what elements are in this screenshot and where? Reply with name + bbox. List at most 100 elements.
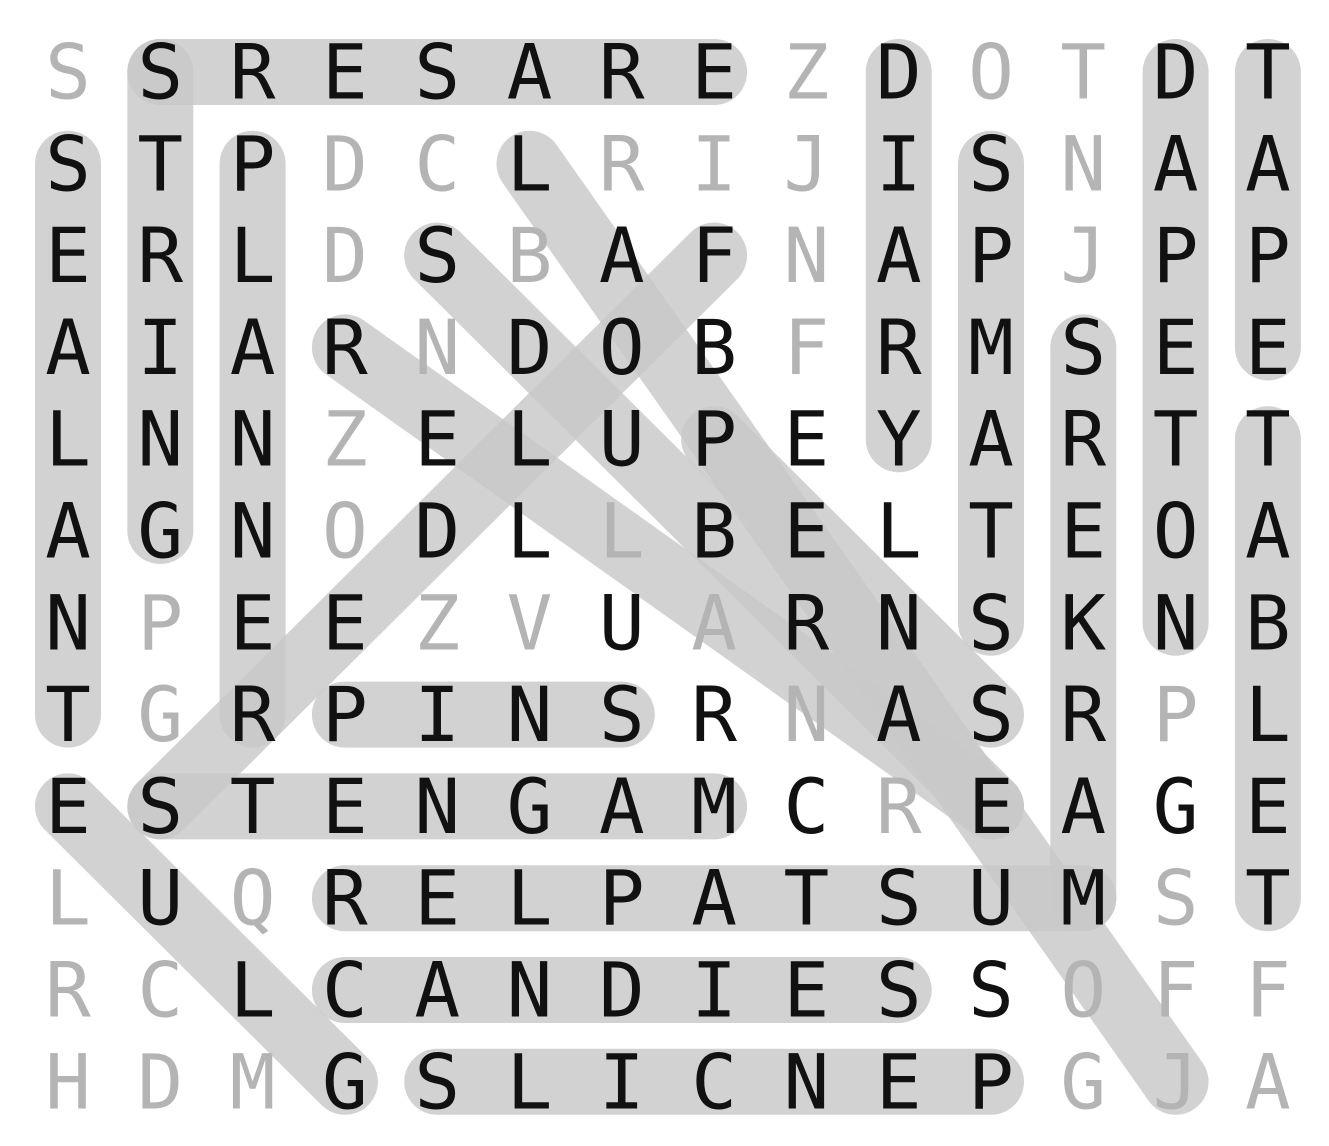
grid-letter[interactable]: E <box>1245 303 1291 392</box>
grid-letter[interactable]: M <box>968 303 1014 392</box>
grid-letter[interactable]: S <box>45 119 91 208</box>
grid-letter[interactable]: D <box>414 487 460 576</box>
grid-letter[interactable]: R <box>322 303 368 392</box>
grid-letter[interactable]: A <box>45 487 91 576</box>
grid-letter[interactable]: L <box>45 854 91 943</box>
grid-letter[interactable]: M <box>1060 854 1106 943</box>
grid-letter[interactable]: N <box>230 487 276 576</box>
grid-letter[interactable]: P <box>1153 670 1199 759</box>
grid-letter[interactable]: E <box>45 762 91 851</box>
grid-letter[interactable]: N <box>784 670 830 759</box>
grid-letter[interactable]: M <box>691 762 737 851</box>
grid-letter[interactable]: O <box>1153 487 1199 576</box>
grid-letter[interactable]: F <box>784 303 830 392</box>
grid-letter[interactable]: A <box>968 395 1014 484</box>
grid-letter[interactable]: T <box>968 487 1014 576</box>
grid-letter[interactable]: G <box>1153 762 1199 851</box>
grid-letter[interactable]: H <box>45 1037 91 1126</box>
grid-letter[interactable]: L <box>507 854 553 943</box>
grid-letter[interactable]: T <box>1153 395 1199 484</box>
grid-letter[interactable]: F <box>1245 946 1291 1035</box>
grid-letter[interactable]: A <box>507 28 553 117</box>
grid-letter[interactable]: E <box>691 28 737 117</box>
grid-letter[interactable]: A <box>414 946 460 1035</box>
grid-letter[interactable]: O <box>968 28 1014 117</box>
grid-letter[interactable]: O <box>599 303 645 392</box>
grid-letter[interactable]: R <box>784 578 830 667</box>
grid-letter[interactable]: Z <box>414 578 460 667</box>
grid-letter[interactable]: Z <box>784 28 830 117</box>
grid-letter[interactable]: R <box>1060 670 1106 759</box>
grid-letter[interactable]: N <box>1153 578 1199 667</box>
grid-letter[interactable]: P <box>137 578 183 667</box>
grid-letter[interactable]: P <box>1153 211 1199 300</box>
grid-letter[interactable]: G <box>137 487 183 576</box>
grid-letter[interactable]: R <box>322 854 368 943</box>
grid-letter[interactable]: E <box>45 211 91 300</box>
grid-letter[interactable]: R <box>691 670 737 759</box>
grid-letter[interactable]: S <box>968 946 1014 1035</box>
grid-letter[interactable]: Q <box>230 854 276 943</box>
grid-letter[interactable]: A <box>876 211 922 300</box>
grid-letter[interactable]: N <box>876 578 922 667</box>
grid-letter[interactable]: S <box>414 211 460 300</box>
grid-letter[interactable]: E <box>322 28 368 117</box>
grid-letter[interactable]: N <box>414 303 460 392</box>
grid-letter[interactable]: N <box>1060 119 1106 208</box>
grid-letter[interactable]: S <box>137 762 183 851</box>
grid-letter[interactable]: T <box>230 762 276 851</box>
grid-letter[interactable]: F <box>691 211 737 300</box>
grid-letter[interactable]: D <box>1153 28 1199 117</box>
grid-letter[interactable]: S <box>968 578 1014 667</box>
grid-letter[interactable]: E <box>322 578 368 667</box>
grid-letter[interactable]: E <box>322 762 368 851</box>
grid-letter[interactable]: R <box>599 28 645 117</box>
grid-letter[interactable]: L <box>599 487 645 576</box>
grid-letter[interactable]: A <box>1245 487 1291 576</box>
grid-letter[interactable]: N <box>507 670 553 759</box>
grid-letter[interactable]: G <box>322 1037 368 1126</box>
grid-letter[interactable]: P <box>691 395 737 484</box>
grid-letter[interactable]: T <box>1245 854 1291 943</box>
grid-letter[interactable]: K <box>1060 578 1106 667</box>
grid-letter[interactable]: E <box>784 395 830 484</box>
grid-letter[interactable]: A <box>1245 1037 1291 1126</box>
grid-letter[interactable]: E <box>784 487 830 576</box>
grid-letter[interactable]: A <box>230 303 276 392</box>
grid-letter[interactable]: P <box>1245 211 1291 300</box>
grid-letter[interactable]: D <box>137 1037 183 1126</box>
grid-letter[interactable]: P <box>230 119 276 208</box>
grid-letter[interactable]: S <box>45 28 91 117</box>
grid-letter[interactable]: B <box>691 303 737 392</box>
grid-letter[interactable]: J <box>784 119 830 208</box>
grid-letter[interactable]: G <box>507 762 553 851</box>
grid-letter[interactable]: L <box>45 395 91 484</box>
grid-letter[interactable]: G <box>137 670 183 759</box>
grid-letter[interactable]: A <box>1245 119 1291 208</box>
grid-letter[interactable]: T <box>137 119 183 208</box>
grid-letter[interactable]: E <box>414 854 460 943</box>
grid-letter[interactable]: N <box>784 211 830 300</box>
grid-letter[interactable]: S <box>137 28 183 117</box>
grid-letter[interactable]: N <box>45 578 91 667</box>
grid-letter[interactable]: T <box>45 670 91 759</box>
grid-letter[interactable]: E <box>414 395 460 484</box>
grid-letter[interactable]: S <box>414 1037 460 1126</box>
grid-letter[interactable]: I <box>599 1037 645 1126</box>
grid-letter[interactable]: L <box>507 119 553 208</box>
grid-letter[interactable]: I <box>691 946 737 1035</box>
grid-letter[interactable]: L <box>507 395 553 484</box>
grid-letter[interactable]: S <box>968 119 1014 208</box>
grid-letter[interactable]: J <box>1060 211 1106 300</box>
grid-letter[interactable]: T <box>784 854 830 943</box>
grid-letter[interactable]: C <box>414 119 460 208</box>
grid-letter[interactable]: C <box>691 1037 737 1126</box>
grid-letter[interactable]: F <box>1153 946 1199 1035</box>
grid-letter[interactable]: S <box>968 670 1014 759</box>
grid-letter[interactable]: L <box>230 211 276 300</box>
grid-letter[interactable]: D <box>322 119 368 208</box>
grid-letter[interactable]: O <box>322 487 368 576</box>
grid-letter[interactable]: C <box>137 946 183 1035</box>
grid-letter[interactable]: I <box>414 670 460 759</box>
grid-letter[interactable]: R <box>1060 395 1106 484</box>
